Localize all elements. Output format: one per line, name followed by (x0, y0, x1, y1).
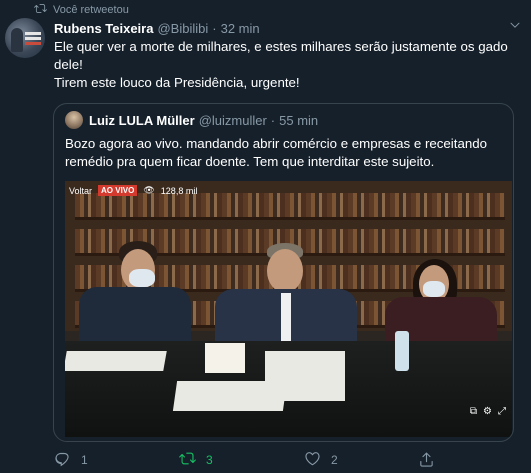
chevron-down-icon[interactable] (509, 19, 521, 34)
video-back-label[interactable]: Voltar (69, 186, 92, 196)
reply-icon (54, 450, 71, 470)
quoted-tweet[interactable]: Luiz LULA Müller @luizmuller · 55 min Bo… (53, 103, 514, 442)
like-button[interactable]: 2 (304, 450, 429, 470)
quoted-header: Luiz LULA Müller @luizmuller · 55 min (65, 111, 318, 129)
author-handle[interactable]: @Bibilibi (157, 21, 208, 36)
reply-count: 1 (81, 453, 88, 467)
retweet-notice: Você retweetou (34, 2, 129, 18)
retweet-icon (34, 2, 47, 18)
separator-dot: · (212, 20, 217, 36)
retweet-notice-label: Você retweetou (53, 4, 129, 16)
quoted-time: 55 min (279, 112, 319, 128)
tweet-time[interactable]: 32 min (221, 21, 260, 36)
quoted-author-name: Luiz LULA Müller (89, 112, 195, 128)
share-button[interactable] (418, 451, 435, 473)
tweet-actions: 1 3 2 (54, 451, 434, 469)
like-icon (304, 450, 321, 470)
like-count: 2 (331, 453, 338, 467)
tweet-text: Ele quer ver a morte de milhares, e este… (54, 38, 514, 92)
live-badge: AO VIVO (98, 185, 138, 196)
paper (265, 351, 345, 401)
retweet-icon (179, 450, 196, 470)
sanitizer-bottle (395, 331, 409, 371)
medicine-box (205, 343, 245, 373)
retweet-count: 3 (206, 453, 213, 467)
paper (65, 351, 167, 371)
tweet-text-line: Ele quer ver a morte de milhares, e este… (54, 39, 508, 72)
pip-icon[interactable]: ⧉ (470, 406, 477, 417)
share-icon (418, 452, 435, 472)
bookshelf (75, 193, 505, 220)
avatar[interactable] (5, 18, 45, 58)
video-player[interactable]: Voltar AO VIVO 👁 128,8 mil ⧉ ⚙ ⤢ (65, 181, 512, 437)
video-topbar: Voltar AO VIVO 👁 128,8 mil (69, 185, 197, 196)
quoted-author-handle: @luizmuller (198, 112, 267, 128)
view-count: 128,8 mil (160, 185, 198, 196)
fullscreen-icon[interactable]: ⤢ (498, 406, 506, 417)
author-name[interactable]: Rubens Teixeira (54, 21, 153, 36)
video-controls: ⧉ ⚙ ⤢ (470, 406, 506, 417)
tweet-text-line: Tirem este louco da Presidência, urgente… (54, 75, 300, 90)
reply-button[interactable]: 1 (54, 450, 179, 470)
quoted-avatar (65, 111, 83, 129)
tweet-header: Rubens Teixeira @Bibilibi · 32 min (54, 19, 521, 37)
separator-dot: · (270, 112, 276, 128)
quoted-text: Bozo agora ao vivo. mandando abrir comér… (65, 136, 488, 169)
gear-icon[interactable]: ⚙ (483, 406, 492, 417)
eye-icon: 👁 (143, 185, 155, 195)
retweet-button[interactable]: 3 (179, 450, 304, 470)
